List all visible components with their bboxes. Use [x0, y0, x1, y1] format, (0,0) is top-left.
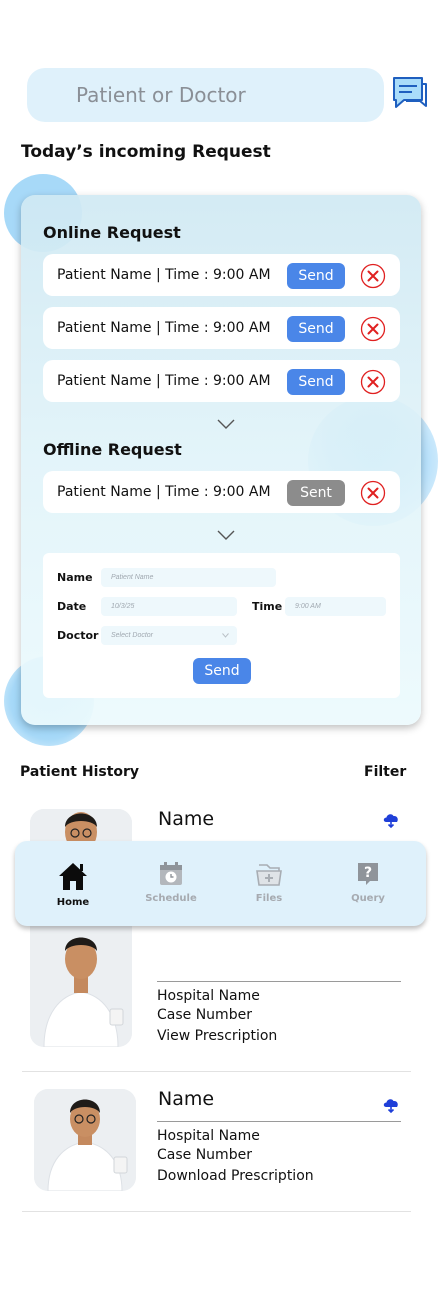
- doctor-select[interactable]: Select Doctor: [101, 626, 237, 645]
- avatar: [34, 1089, 136, 1191]
- row-separator: [22, 1071, 411, 1072]
- nav-item-schedule[interactable]: Schedule: [131, 861, 211, 904]
- reject-icon[interactable]: [360, 480, 386, 506]
- doctor-select-value: Select Doctor: [111, 632, 154, 639]
- date-field[interactable]: 10/3/25: [101, 597, 237, 616]
- send-button[interactable]: Send: [287, 316, 345, 342]
- request-text: Patient Name | Time : 9:00 AM: [57, 484, 271, 500]
- nav-item-home[interactable]: Home: [33, 861, 113, 908]
- form-send-button[interactable]: Send: [193, 658, 251, 684]
- row-separator: [22, 1211, 411, 1212]
- nav-label: Home: [56, 897, 90, 908]
- chat-icon[interactable]: [392, 76, 428, 110]
- query-icon: ?: [358, 863, 378, 885]
- patient-name: Name: [158, 808, 215, 830]
- cloud-download-icon[interactable]: [382, 811, 400, 829]
- offline-request-title: Offline Request: [43, 440, 182, 459]
- online-request-title: Online Request: [43, 223, 181, 242]
- case-number: Case Number: [157, 1007, 252, 1023]
- offline-request-row: Patient Name | Time : 9:00 AM Sent: [43, 471, 400, 513]
- doctor-label: Doctor: [57, 629, 99, 642]
- patient-name: Name: [158, 1088, 215, 1110]
- reject-icon[interactable]: [360, 369, 386, 395]
- divider: [157, 981, 401, 982]
- sent-button[interactable]: Sent: [287, 480, 345, 506]
- filter-button[interactable]: Filter: [364, 764, 406, 780]
- send-button[interactable]: Send: [287, 263, 345, 289]
- calendar-icon: [160, 862, 182, 885]
- files-icon: [256, 864, 282, 886]
- send-button[interactable]: Send: [287, 369, 345, 395]
- reject-icon[interactable]: [360, 316, 386, 342]
- nav-item-query[interactable]: ? Query: [328, 861, 408, 904]
- nav-label: Query: [351, 893, 385, 904]
- svg-text:?: ?: [364, 865, 372, 881]
- request-text: Patient Name | Time : 9:00 AM: [57, 320, 271, 336]
- chevron-down-icon: [222, 633, 229, 638]
- case-number: Case Number: [157, 1147, 252, 1163]
- incoming-request-title: Today’s incoming Request: [21, 142, 271, 162]
- name-label: Name: [57, 571, 93, 584]
- online-request-row: Patient Name | Time : 9:00 AM Send: [43, 307, 400, 349]
- online-request-row: Patient Name | Time : 9:00 AM Send: [43, 360, 400, 402]
- home-icon: [59, 863, 87, 890]
- divider: [157, 1121, 401, 1122]
- chevron-down-icon[interactable]: [216, 418, 236, 430]
- time-field[interactable]: 9:00 AM: [285, 597, 386, 616]
- cloud-download-icon[interactable]: [382, 1096, 400, 1114]
- hospital-name: Hospital Name: [157, 1128, 260, 1144]
- hospital-name: Hospital Name: [157, 988, 260, 1004]
- name-field[interactable]: Patient Name: [101, 568, 276, 587]
- search-input[interactable]: Patient or Doctor: [27, 68, 384, 122]
- online-request-row: Patient Name | Time : 9:00 AM Send: [43, 254, 400, 296]
- request-text: Patient Name | Time : 9:00 AM: [57, 267, 271, 283]
- view-prescription-link[interactable]: View Prescription: [157, 1028, 277, 1044]
- nav-label: Files: [255, 893, 283, 904]
- nav-item-files[interactable]: Files: [229, 861, 309, 904]
- bottom-nav: Home Schedule Files ? Query: [15, 841, 426, 926]
- time-label: Time: [252, 600, 283, 613]
- nav-label: Schedule: [145, 893, 197, 904]
- date-label: Date: [57, 600, 87, 613]
- request-text: Patient Name | Time : 9:00 AM: [57, 373, 271, 389]
- reject-icon[interactable]: [360, 263, 386, 289]
- download-prescription-link[interactable]: Download Prescription: [157, 1168, 314, 1184]
- chevron-down-icon[interactable]: [216, 529, 236, 541]
- patient-history-title: Patient History: [20, 764, 140, 780]
- new-request-form: Name Patient Name Date 10/3/25 Time 9:00…: [43, 553, 400, 698]
